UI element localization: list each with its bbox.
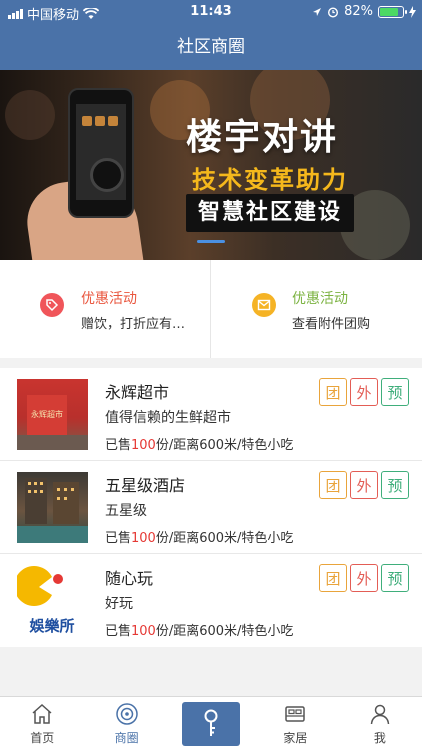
promo-title: 优惠活动 [292,291,348,307]
page-title: 社区商圈 [0,24,422,70]
logo-text: 娛樂所 [28,617,74,635]
promo-desc: 查看附件团购 [292,317,371,332]
tab-label: 我 [373,731,386,745]
shop-thumbnail [17,472,88,543]
shop-desc: 好玩 [105,596,133,612]
key-icon [204,709,218,736]
sold-suffix: 份/距离600米/特色小吃 [155,624,294,639]
promo-desc: 赠饮，打折应有… [81,317,186,332]
alarm-icon [328,6,339,18]
banner-headline: 楼宇对讲 [186,117,339,158]
location-arrow-icon [313,7,322,16]
list-item[interactable]: 五星级酒店 五星级 已售100份/距离600米/特色小吃 团 外 预 [0,461,422,554]
shop-name: 永辉超市 [105,383,170,402]
slide-indicator[interactable] [197,240,225,243]
tab-me[interactable]: 我 [338,697,422,750]
shop-name: 五星级酒店 [105,476,186,495]
shop-desc: 值得信赖的生鲜超市 [105,410,231,426]
tag-icon [40,293,64,317]
tab-label: 商圈 [114,731,139,745]
tab-bar: 首页 商圈 家居 我 [0,696,422,750]
sold-count: 100 [131,438,156,453]
tag-delivery[interactable]: 外 [350,471,378,499]
tab-unlock-key[interactable] [169,697,253,750]
promo-card-discount[interactable]: 优惠活动 赠饮，打折应有… [0,260,211,358]
tag-delivery[interactable]: 外 [350,378,378,406]
shop-thumbnail: 永辉超市 [17,379,88,450]
tag-reserve[interactable]: 预 [381,378,409,406]
shop-meta: 已售100份/距离600米/特色小吃 [105,434,293,453]
bed-icon [285,706,306,722]
tab-home-furnishing[interactable]: 家居 [253,697,337,750]
shop-tags: 团 外 预 [319,564,409,592]
list-item[interactable]: 娛樂所 随心玩 好玩 已售100份/距离600米/特色小吃 团 外 预 [0,554,422,647]
shop-meta: 已售100份/距离600米/特色小吃 [105,620,293,639]
sold-suffix: 份/距离600米/特色小吃 [155,531,294,546]
tab-label: 家居 [283,731,308,745]
banner-bokeh [5,90,55,140]
tag-delivery[interactable]: 外 [350,564,378,592]
tag-group-buy[interactable]: 团 [319,471,347,499]
promo-section: 优惠活动 赠饮，打折应有… 优惠活动 查看附件团购 [0,260,422,358]
person-icon [370,704,390,725]
status-bar: 中国移动 11:43 82% [0,0,422,24]
shop-tags: 团 外 预 [319,471,409,499]
shop-tags: 团 外 预 [319,378,409,406]
tab-home[interactable]: 首页 [0,697,84,750]
list-item[interactable]: 永辉超市 永辉超市 值得信赖的生鲜超市 已售100份/距离600米/特色小吃 团… [0,368,422,461]
phone-image [68,88,134,218]
tab-business-district[interactable]: 商圈 [84,697,168,750]
promo-card-groupbuy[interactable]: 优惠活动 查看附件团购 [211,260,422,358]
shopping-district-icon [115,703,138,725]
sold-suffix: 份/距离600米/特色小吃 [155,438,294,453]
shop-desc: 五星级 [105,503,147,519]
promo-banner[interactable]: 楼宇对讲 技术变革助力 智慧社区建设 [0,70,422,260]
banner-subheadline: 技术变革助力 [192,166,348,194]
home-icon [32,703,52,724]
shop-logo: 娛樂所 [17,565,88,636]
shop-list: 永辉超市 永辉超市 值得信赖的生鲜超市 已售100份/距离600米/特色小吃 团… [0,368,422,647]
battery-percent: 82% [344,4,373,19]
sold-count: 100 [131,624,156,639]
charging-icon [409,5,416,18]
unlock-button[interactable] [182,701,241,746]
svg-text:永辉超市: 永辉超市 [31,409,63,419]
sold-prefix: 已售 [105,438,132,453]
tag-reserve[interactable]: 预 [381,564,409,592]
sold-prefix: 已售 [105,624,132,639]
promo-title: 优惠活动 [81,291,137,307]
tab-label: 首页 [30,731,55,745]
shop-meta: 已售100份/距离600米/特色小吃 [105,527,293,546]
sold-count: 100 [131,531,156,546]
tag-group-buy[interactable]: 团 [319,378,347,406]
envelope-icon [252,293,276,317]
sold-prefix: 已售 [105,531,132,546]
tag-group-buy[interactable]: 团 [319,564,347,592]
battery-icon [378,5,407,18]
tag-reserve[interactable]: 预 [381,471,409,499]
shop-name: 随心玩 [105,569,154,588]
banner-tagline: 智慧社区建设 [186,194,355,232]
